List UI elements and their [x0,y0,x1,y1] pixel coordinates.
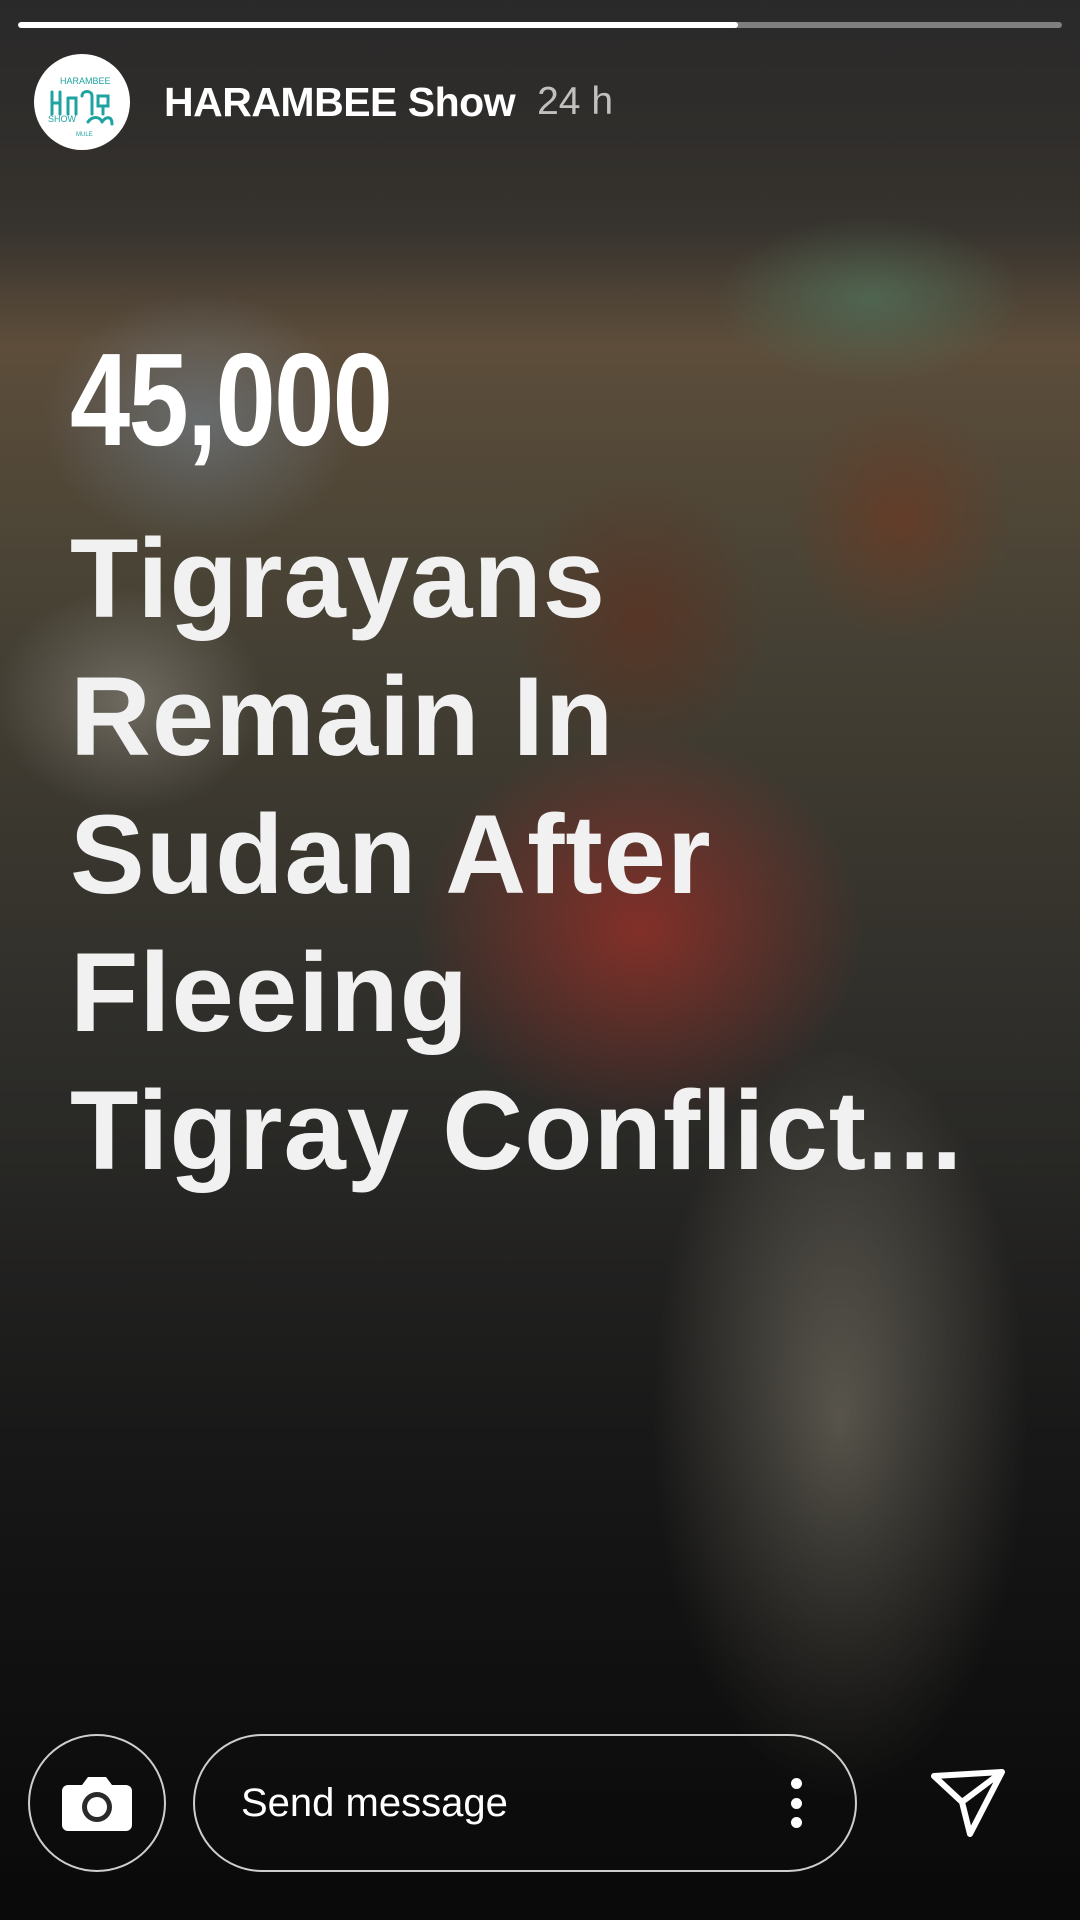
story-viewer[interactable]: HARAMBEE SHOW MULE HARAMBEE Show 24 h 45… [0,0,1080,1920]
story-timestamp: 24 h [537,80,614,123]
headline-line: Tigrayans [70,516,607,641]
headline-line: Sudan After [70,792,712,917]
send-message-placeholder: Send message [241,1781,508,1825]
harambee-logo-icon: HARAMBEE SHOW MULE [48,76,114,138]
headline-line: Fleeing [70,930,470,1055]
svg-text:MULE: MULE [76,132,93,138]
story-progress-fill [18,22,739,28]
headline-number: 45,000 [70,326,393,473]
headline-line: Tigray Conflict... [70,1068,964,1193]
account-name[interactable]: HARAMBEE Show [164,79,516,126]
headline-text: Tigrayans Remain In Sudan After Fleeing … [70,510,1030,1200]
send-icon[interactable] [930,1768,1006,1838]
story-header: HARAMBEE SHOW MULE HARAMBEE Show 24 h [34,54,613,150]
svg-text:SHOW: SHOW [48,114,77,124]
avatar[interactable]: HARAMBEE SHOW MULE [34,54,130,150]
camera-button[interactable] [28,1734,166,1872]
headline-line: Remain In [70,654,615,779]
send-message-input[interactable]: Send message [193,1734,857,1872]
story-progress-bar [18,22,1062,28]
camera-icon [62,1777,132,1831]
svg-text:HARAMBEE: HARAMBEE [60,76,111,86]
more-vertical-icon[interactable] [789,1778,803,1828]
